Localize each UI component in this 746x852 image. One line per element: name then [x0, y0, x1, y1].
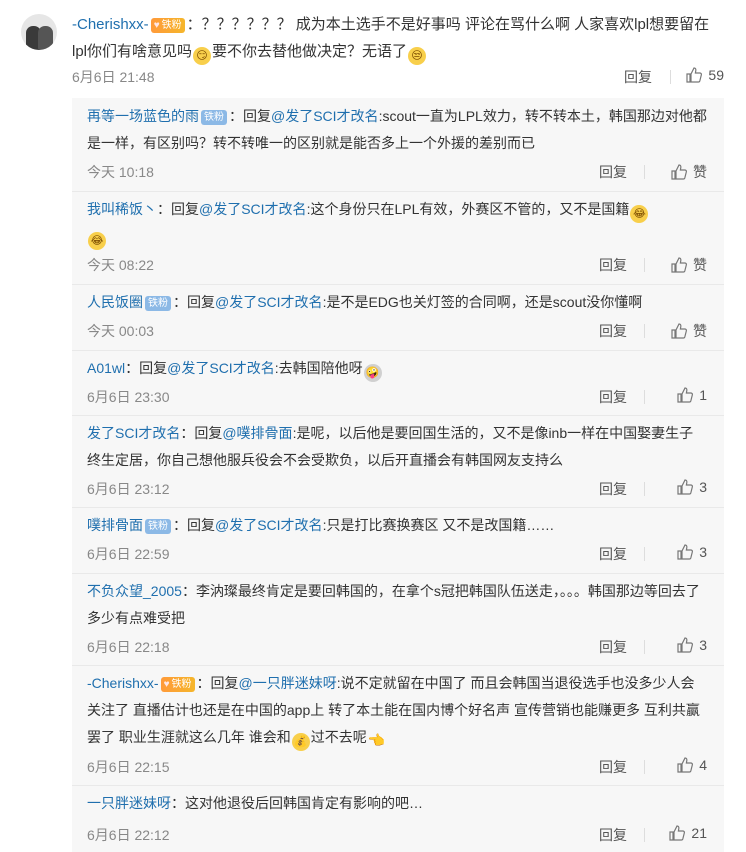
reply-item: 一只胖迷妹呀：这对他退役后回韩国肯定有影响的吧… 6月6日 22:12 回复 2… — [72, 785, 724, 852]
thumbs-up-icon — [677, 387, 694, 403]
reply-username[interactable]: 不负众望_2005 — [87, 583, 182, 599]
like-button[interactable]: 3 — [677, 544, 707, 560]
like-button[interactable]: 3 — [677, 637, 707, 653]
thumbs-up-icon — [686, 67, 703, 83]
reply-item: A01wl：回复@发了SCI才改名:去韩国陪他呀 🤪 6月6日 23:30 回复 … — [72, 350, 724, 416]
hand-emoji-icon: 👈 — [367, 732, 386, 748]
reply-username[interactable]: 一只胖迷妹呀 — [87, 795, 171, 811]
comment-username[interactable]: -Cherishxx- — [72, 16, 149, 33]
reply-button[interactable]: 回复 — [624, 67, 652, 87]
reply-meta: 6月6日 23:12 回复 3 — [87, 479, 707, 499]
reply-username[interactable]: A01wl — [87, 360, 125, 376]
reply-username[interactable]: 我叫稀饭丶 — [87, 201, 157, 217]
reply-text: A01wl：回复@发了SCI才改名:去韩国陪他呀 🤪 — [87, 355, 707, 382]
fan-badge: ♥ 铁粉 — [160, 677, 195, 692]
reply-item: 人民饭圈 铁粉 ：回复@发了SCI才改名:是不是EDG也关灯签的合同啊，还是scou… — [72, 284, 724, 351]
user-avatar[interactable] — [21, 14, 57, 50]
reply-meta: 6月6日 23:30 回复 1 — [87, 387, 707, 407]
fan-badge: 铁粉 — [201, 110, 227, 125]
fan-badge: 铁粉 — [145, 296, 171, 311]
reply-item: 再等一场蓝色的雨 铁粉 ：回复@发了SCI才改名:scout一直为LPL效力，转不转… — [72, 98, 724, 192]
reply-button[interactable]: 回复 — [599, 544, 627, 564]
reply-item: 噗排骨面 铁粉 ：回复@发了SCI才改名:只是打比赛换赛区 又不是改国籍…… 6月6… — [72, 507, 724, 574]
reply-text: -Cherishxx- ♥ 铁粉 ：回复@一只胖迷妹呀:说不定就留在中国了 而且会韩国… — [87, 670, 707, 751]
reply-button[interactable]: 回复 — [599, 757, 627, 777]
thumbs-up-icon — [669, 825, 686, 841]
comment-time: 6月6日 21:48 — [72, 69, 155, 85]
like-button[interactable]: 赞 — [671, 321, 707, 341]
thumbs-up-icon — [671, 257, 687, 273]
reply-button[interactable]: 回复 — [599, 162, 627, 182]
mention-link[interactable]: @噗排骨面 — [222, 425, 292, 441]
thumbs-up-icon — [677, 544, 694, 560]
reply-meta: 今天 08:22 回复 赞 — [87, 255, 707, 275]
fan-badge: ♥ 铁粉 — [150, 18, 185, 33]
mention-link[interactable]: @一只胖迷妹呀 — [239, 675, 337, 691]
thumbs-up-icon — [671, 164, 687, 180]
reply-item: 我叫稀饭丶：回复@发了SCI才改名:这个身份只在LPL有效，外赛区不管的，又不是… — [72, 191, 724, 285]
reply-text: 一只胖迷妹呀：这对他退役后回韩国肯定有影响的吧… — [87, 795, 423, 811]
like-button[interactable]: 59 — [686, 67, 724, 83]
reply-button[interactable]: 回复 — [599, 825, 627, 845]
like-button[interactable]: 赞 — [671, 162, 707, 182]
like-button[interactable]: 4 — [677, 757, 707, 773]
main-comment-text: -Cherishxx- ♥ 铁粉：？？？？？？ 成为本土选手不是好事吗 评论在骂什么… — [72, 11, 724, 65]
divider — [670, 70, 671, 84]
reply-meta: 6月6日 22:12 回复 21 — [87, 825, 707, 845]
reply-button[interactable]: 回复 — [599, 479, 627, 499]
laughing-tears-emoji-icon: 😂 — [630, 205, 649, 223]
smirk-emoji-icon: 😏 — [193, 47, 212, 65]
unamused-emoji-icon: 😒 — [408, 47, 427, 65]
reply-button[interactable]: 回复 — [599, 255, 627, 275]
main-comment: -Cherishxx- ♥ 铁粉：？？？？？？ 成为本土选手不是好事吗 评论在骂什么… — [0, 0, 746, 98]
reply-text: 发了SCI才改名：回复@噗排骨面:是呢，以后他是要回国生活的，又不是像inb一样… — [87, 425, 694, 468]
reply-meta: 6月6日 22:59 回复 3 — [87, 544, 707, 564]
mention-link[interactable]: @发了SCI才改名 — [199, 201, 307, 217]
fan-badge: 铁粉 — [145, 519, 171, 534]
crazy-face-emoji-icon: 🤪 — [363, 364, 382, 382]
like-button[interactable]: 3 — [677, 479, 707, 495]
reply-text: 再等一场蓝色的雨 铁粉 ：回复@发了SCI才改名:scout一直为LPL效力，转不转… — [87, 108, 707, 151]
main-comment-meta: 6月6日 21:48 回复 59 — [72, 67, 724, 87]
like-count: 59 — [708, 67, 724, 83]
reply-text: 不负众望_2005：李汭璨最终肯定是要回韩国的，在拿个s冠把韩国队伍送走，。。。… — [87, 583, 700, 626]
reply-button[interactable]: 回复 — [599, 387, 627, 407]
reply-button[interactable]: 回复 — [599, 321, 627, 341]
thumbs-up-icon — [677, 637, 694, 653]
like-button[interactable]: 1 — [677, 387, 707, 403]
reply-meta: 今天 10:18 回复 赞 — [87, 162, 707, 182]
reply-username[interactable]: 再等一场蓝色的雨 — [87, 108, 199, 124]
mention-link[interactable]: @发了SCI才改名 — [215, 517, 323, 533]
money-bag-emoji-icon: 💰 — [291, 733, 310, 751]
mention-link[interactable]: @发了SCI才改名 — [215, 294, 323, 310]
like-button[interactable]: 赞 — [671, 255, 707, 275]
thumbs-up-icon — [677, 757, 694, 773]
reply-username[interactable]: 发了SCI才改名 — [87, 425, 180, 441]
thumbs-up-icon — [671, 323, 687, 339]
reply-meta: 6月6日 22:15 回复 4 — [87, 757, 707, 777]
mention-link[interactable]: @发了SCI才改名 — [271, 108, 379, 124]
reply-button[interactable]: 回复 — [599, 637, 627, 657]
reply-text: 我叫稀饭丶：回复@发了SCI才改名:这个身份只在LPL有效，外赛区不管的，又不是… — [87, 196, 707, 250]
thumbs-up-icon — [677, 479, 694, 495]
reply-list: 再等一场蓝色的雨 铁粉 ：回复@发了SCI才改名:scout一直为LPL效力，转不转… — [72, 98, 724, 852]
reply-meta: 今天 00:03 回复 赞 — [87, 321, 707, 341]
reply-text: 人民饭圈 铁粉 ：回复@发了SCI才改名:是不是EDG也关灯签的合同啊，还是scou… — [87, 294, 643, 311]
reply-item: -Cherishxx- ♥ 铁粉 ：回复@一只胖迷妹呀:说不定就留在中国了 而且会韩国… — [72, 665, 724, 786]
mention-link[interactable]: @发了SCI才改名 — [167, 360, 275, 376]
reply-username[interactable]: 人民饭圈 — [87, 294, 143, 310]
reply-item: 不负众望_2005：李汭璨最终肯定是要回韩国的，在拿个s冠把韩国队伍送走，。。。… — [72, 573, 724, 666]
laughing-tears-emoji-icon: 😂 — [88, 232, 106, 250]
reply-username[interactable]: -Cherishxx- — [87, 675, 159, 691]
reply-username[interactable]: 噗排骨面 — [87, 517, 143, 533]
like-button[interactable]: 21 — [669, 825, 707, 841]
reply-item: 发了SCI才改名：回复@噗排骨面:是呢，以后他是要回国生活的，又不是像inb一样… — [72, 415, 724, 508]
reply-meta: 6月6日 22:18 回复 3 — [87, 637, 707, 657]
reply-text: 噗排骨面 铁粉 ：回复@发了SCI才改名:只是打比赛换赛区 又不是改国籍…… — [87, 517, 555, 534]
